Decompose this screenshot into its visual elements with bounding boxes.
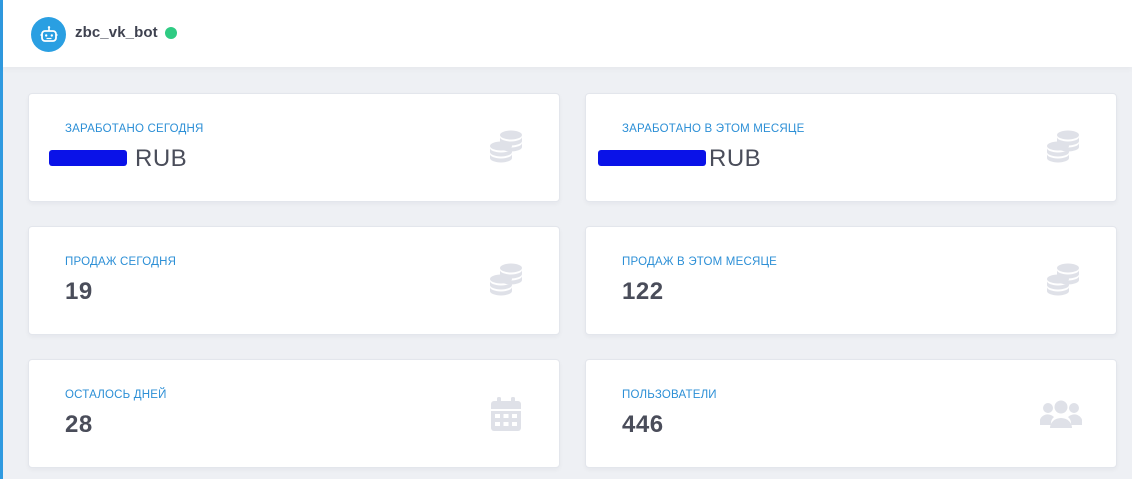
stat-card-earned-today: ЗАРАБОТАНО СЕГОДНЯ RUB (28, 93, 560, 202)
stat-card-days-left: ОСТАЛОСЬ ДНЕЙ 28 (28, 359, 560, 468)
coins-icon (1046, 128, 1080, 168)
card-value: 19 (65, 278, 93, 305)
card-label: ПОЛЬЗОВАТЕЛИ (622, 389, 717, 401)
card-value: RUB (709, 145, 762, 172)
stat-card-users: ПОЛЬЗОВАТЕЛИ 446 (585, 359, 1117, 468)
stat-card-earned-month: ЗАРАБОТАНО В ЭТОМ МЕСЯЦЕ RUB (585, 93, 1117, 202)
card-value: 28 (65, 411, 93, 438)
coins-icon (1046, 261, 1080, 301)
card-value: 122 (622, 278, 664, 305)
card-label: ПРОДАЖ В ЭТОМ МЕСЯЦЕ (622, 256, 778, 268)
redacted-value-mark (49, 150, 127, 166)
card-value: 446 (622, 411, 664, 438)
coins-icon (489, 261, 523, 301)
card-value: RUB (135, 145, 188, 172)
coins-icon (489, 128, 523, 168)
redacted-value-mark (598, 150, 706, 166)
card-label: ПРОДАЖ СЕГОДНЯ (65, 256, 177, 268)
online-status-dot (165, 27, 177, 39)
card-label: ОСТАЛОСЬ ДНЕЙ (65, 389, 167, 401)
robot-icon[interactable] (31, 17, 66, 52)
bot-name[interactable]: zbc_vk_bot (75, 24, 158, 41)
card-label: ЗАРАБОТАНО В ЭТОМ МЕСЯЦЕ (622, 123, 805, 135)
users-icon (1040, 394, 1082, 434)
stat-card-sales-today: ПРОДАЖ СЕГОДНЯ 19 (28, 226, 560, 335)
top-bar: zbc_vk_bot (3, 0, 1132, 67)
stat-card-sales-month: ПРОДАЖ В ЭТОМ МЕСЯЦЕ 122 (585, 226, 1117, 335)
left-accent-bar (0, 0, 3, 479)
card-label: ЗАРАБОТАНО СЕГОДНЯ (65, 123, 204, 135)
calendar-icon (489, 394, 523, 434)
